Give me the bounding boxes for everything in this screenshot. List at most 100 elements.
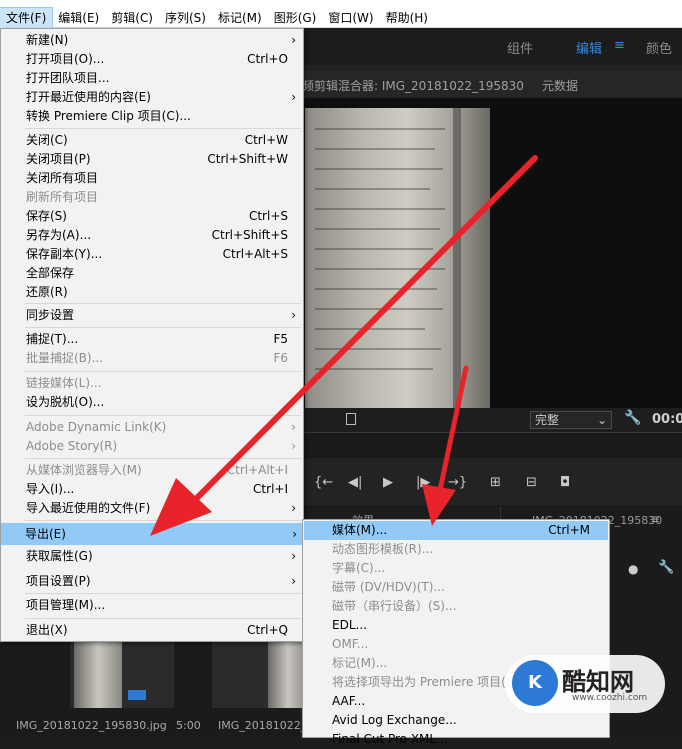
safe-margin-icon[interactable] — [346, 413, 356, 425]
menu-item-shortcut: Ctrl+S — [248, 209, 288, 223]
file-menu-item-28[interactable]: 退出(X) Ctrl+Q — [2, 621, 302, 639]
time-ruler[interactable] — [300, 432, 682, 458]
menu-item-label: 从媒体浏览器导入(M) — [26, 463, 142, 477]
file-menu-item-1[interactable]: 打开项目(O)... Ctrl+O — [2, 50, 302, 68]
camera-icon[interactable]: ◘ — [560, 475, 570, 490]
file-menu-item-26[interactable]: 项目设置(P) › — [2, 572, 302, 590]
export-menu-item-10[interactable]: Avid Log Exchange... — [304, 711, 608, 730]
menu-item-shortcut: Ctrl+I — [253, 482, 288, 496]
mark-in-icon[interactable]: {← — [314, 475, 333, 490]
workspace-editing[interactable]: 编辑 — [576, 38, 602, 57]
export-menu-item-4: 磁带（串行设备）(S)... — [304, 597, 608, 616]
export-menu-item-0[interactable]: 媒体(M)... Ctrl+M — [304, 521, 608, 540]
overwrite-icon[interactable]: ⊟ — [526, 475, 537, 490]
menu-item-label: 字幕(C)... — [332, 561, 386, 575]
menu-markers[interactable]: 标记(M) — [212, 8, 268, 28]
menu-window[interactable]: 窗口(W) — [322, 8, 379, 28]
step-forward-icon[interactable]: |▶ — [416, 475, 430, 490]
submenu-chevron-icon: › — [291, 308, 296, 322]
play-icon[interactable]: ▶ — [383, 475, 393, 490]
clip-thumbnail[interactable] — [70, 640, 174, 708]
file-menu-item-8: 刷新所有项目 — [2, 188, 302, 206]
tab-audio-clip-mixer[interactable]: 频剪辑混合器: IMG_20181022_195830 — [302, 77, 524, 94]
menu-item-label: EDL... — [332, 618, 367, 632]
file-menu-item-14[interactable]: 同步设置 › — [2, 306, 302, 324]
clip-badge-icon — [128, 690, 146, 700]
file-menu-item-12[interactable]: 全部保存 — [2, 264, 302, 282]
file-menu-item-18[interactable]: 设为脱机(O)... — [2, 393, 302, 411]
workspace-assembly[interactable]: 组件 — [507, 38, 533, 57]
step-back-icon[interactable]: ◀| — [348, 475, 362, 490]
file-menu-item-13[interactable]: 还原(R) — [2, 283, 302, 301]
menu-item-label: 新建(N) — [26, 33, 69, 47]
menu-item-shortcut: Ctrl+Shift+W — [207, 152, 288, 166]
workspace-menu-icon[interactable]: ≡ — [614, 38, 625, 53]
export-menu-item-6: OMF... — [304, 635, 608, 654]
file-menu-item-15[interactable]: 捕捉(T)... F5 — [2, 330, 302, 348]
menu-item-label: 关闭项目(P) — [26, 152, 91, 166]
clip-name: IMG_20181022_195830.jpg — [16, 719, 167, 732]
menu-item-label: 刷新所有项目 — [26, 190, 99, 204]
insert-icon[interactable]: ⊞ — [490, 475, 501, 490]
menu-graphics[interactable]: 图形(G) — [268, 8, 323, 28]
menu-item-label: 导出(E) — [25, 527, 66, 541]
file-menu-item-4[interactable]: 转换 Premiere Clip 项目(C)... — [2, 107, 302, 125]
menu-item-label: Adobe Story(R) — [26, 439, 118, 453]
menu-item-label: 打开项目(O)... — [26, 52, 105, 66]
menu-item-label: 关闭所有项目 — [26, 171, 99, 185]
file-menu-item-9[interactable]: 保存(S) Ctrl+S — [2, 207, 302, 225]
file-menu-item-0[interactable]: 新建(N) › — [2, 31, 302, 49]
file-menu-item-5[interactable]: 关闭(C) Ctrl+W — [2, 131, 302, 149]
submenu-chevron-icon: › — [291, 501, 296, 515]
menu-item-label: 标记(M)... — [332, 656, 388, 670]
export-menu-item-5[interactable]: EDL... — [304, 616, 608, 635]
file-menu-item-3[interactable]: 打开最近使用的内容(E) › — [2, 88, 302, 106]
file-menu-item-7[interactable]: 关闭所有项目 — [2, 169, 302, 187]
file-menu: 新建(N) › 打开项目(O)... Ctrl+O 打开团队项目... 打开最近使用的内容… — [0, 28, 304, 642]
file-menu-item-21: 从媒体浏览器导入(M) Ctrl+Alt+I — [2, 461, 302, 479]
export-menu-item-11[interactable]: Final Cut Pro XML... — [304, 730, 608, 749]
mark-out-icon[interactable]: →} — [448, 475, 467, 490]
playhead-timecode: 00:0 — [652, 412, 682, 427]
menu-item-shortcut: Ctrl+Q — [247, 623, 288, 637]
menu-separator — [25, 458, 301, 459]
file-menu-item-23[interactable]: 导入最近使用的文件(F) › — [2, 499, 302, 517]
menu-separator — [25, 415, 301, 416]
menu-item-label: 磁带 (DV/HDV)(T)... — [332, 580, 445, 594]
file-menu-item-2[interactable]: 打开团队项目... — [2, 69, 302, 87]
menu-item-label: 还原(R) — [26, 285, 68, 299]
menu-item-label: 保存(S) — [26, 209, 67, 223]
menu-item-label: AAF... — [332, 694, 366, 708]
workspace-color[interactable]: 颜色 — [646, 38, 672, 57]
menu-item-label: 转换 Premiere Clip 项目(C)... — [26, 109, 191, 123]
menu-edit[interactable]: 编辑(E) — [52, 8, 105, 28]
marker-icon[interactable]: ● — [628, 562, 638, 576]
file-menu-item-25[interactable]: 获取属性(G) › — [2, 547, 302, 565]
monitor-frame-image — [305, 108, 490, 408]
fit-zoom-select[interactable]: 完整 ⌄ — [530, 411, 612, 429]
menu-clip[interactable]: 剪辑(C) — [105, 8, 159, 28]
tab-metadata[interactable]: 元数据 — [542, 77, 578, 94]
menu-item-label: 捕捉(T)... — [26, 332, 79, 346]
menu-item-shortcut: Ctrl+M — [548, 523, 590, 537]
menu-separator — [25, 371, 301, 372]
menu-item-label: Adobe Dynamic Link(K) — [26, 420, 167, 434]
timeline-wrench-icon[interactable]: 🔧 — [658, 560, 674, 575]
clip-thumbnail-2[interactable] — [212, 640, 316, 708]
menu-item-label: 保存副本(Y)... — [26, 247, 103, 261]
sequence-menu-icon[interactable]: ≡ — [650, 512, 660, 526]
menu-item-label: 打开团队项目... — [26, 71, 110, 85]
file-menu-item-6[interactable]: 关闭项目(P) Ctrl+Shift+W — [2, 150, 302, 168]
file-menu-item-11[interactable]: 保存副本(Y)... Ctrl+Alt+S — [2, 245, 302, 263]
file-menu-item-27[interactable]: 项目管理(M)... — [2, 596, 302, 614]
file-menu-item-24[interactable]: 导出(E) › — [1, 523, 303, 545]
menu-item-label: 关闭(C) — [26, 133, 68, 147]
file-menu-item-22[interactable]: 导入(I)... Ctrl+I — [2, 480, 302, 498]
file-menu-item-10[interactable]: 另存为(A)... Ctrl+Shift+S — [2, 226, 302, 244]
menu-help[interactable]: 帮助(H) — [380, 8, 434, 28]
menu-separator — [25, 593, 301, 594]
wrench-icon[interactable]: 🔧 — [624, 410, 641, 426]
menu-separator — [25, 303, 301, 304]
menu-file[interactable]: 文件(F) — [0, 6, 54, 29]
menu-sequence[interactable]: 序列(S) — [159, 8, 212, 28]
